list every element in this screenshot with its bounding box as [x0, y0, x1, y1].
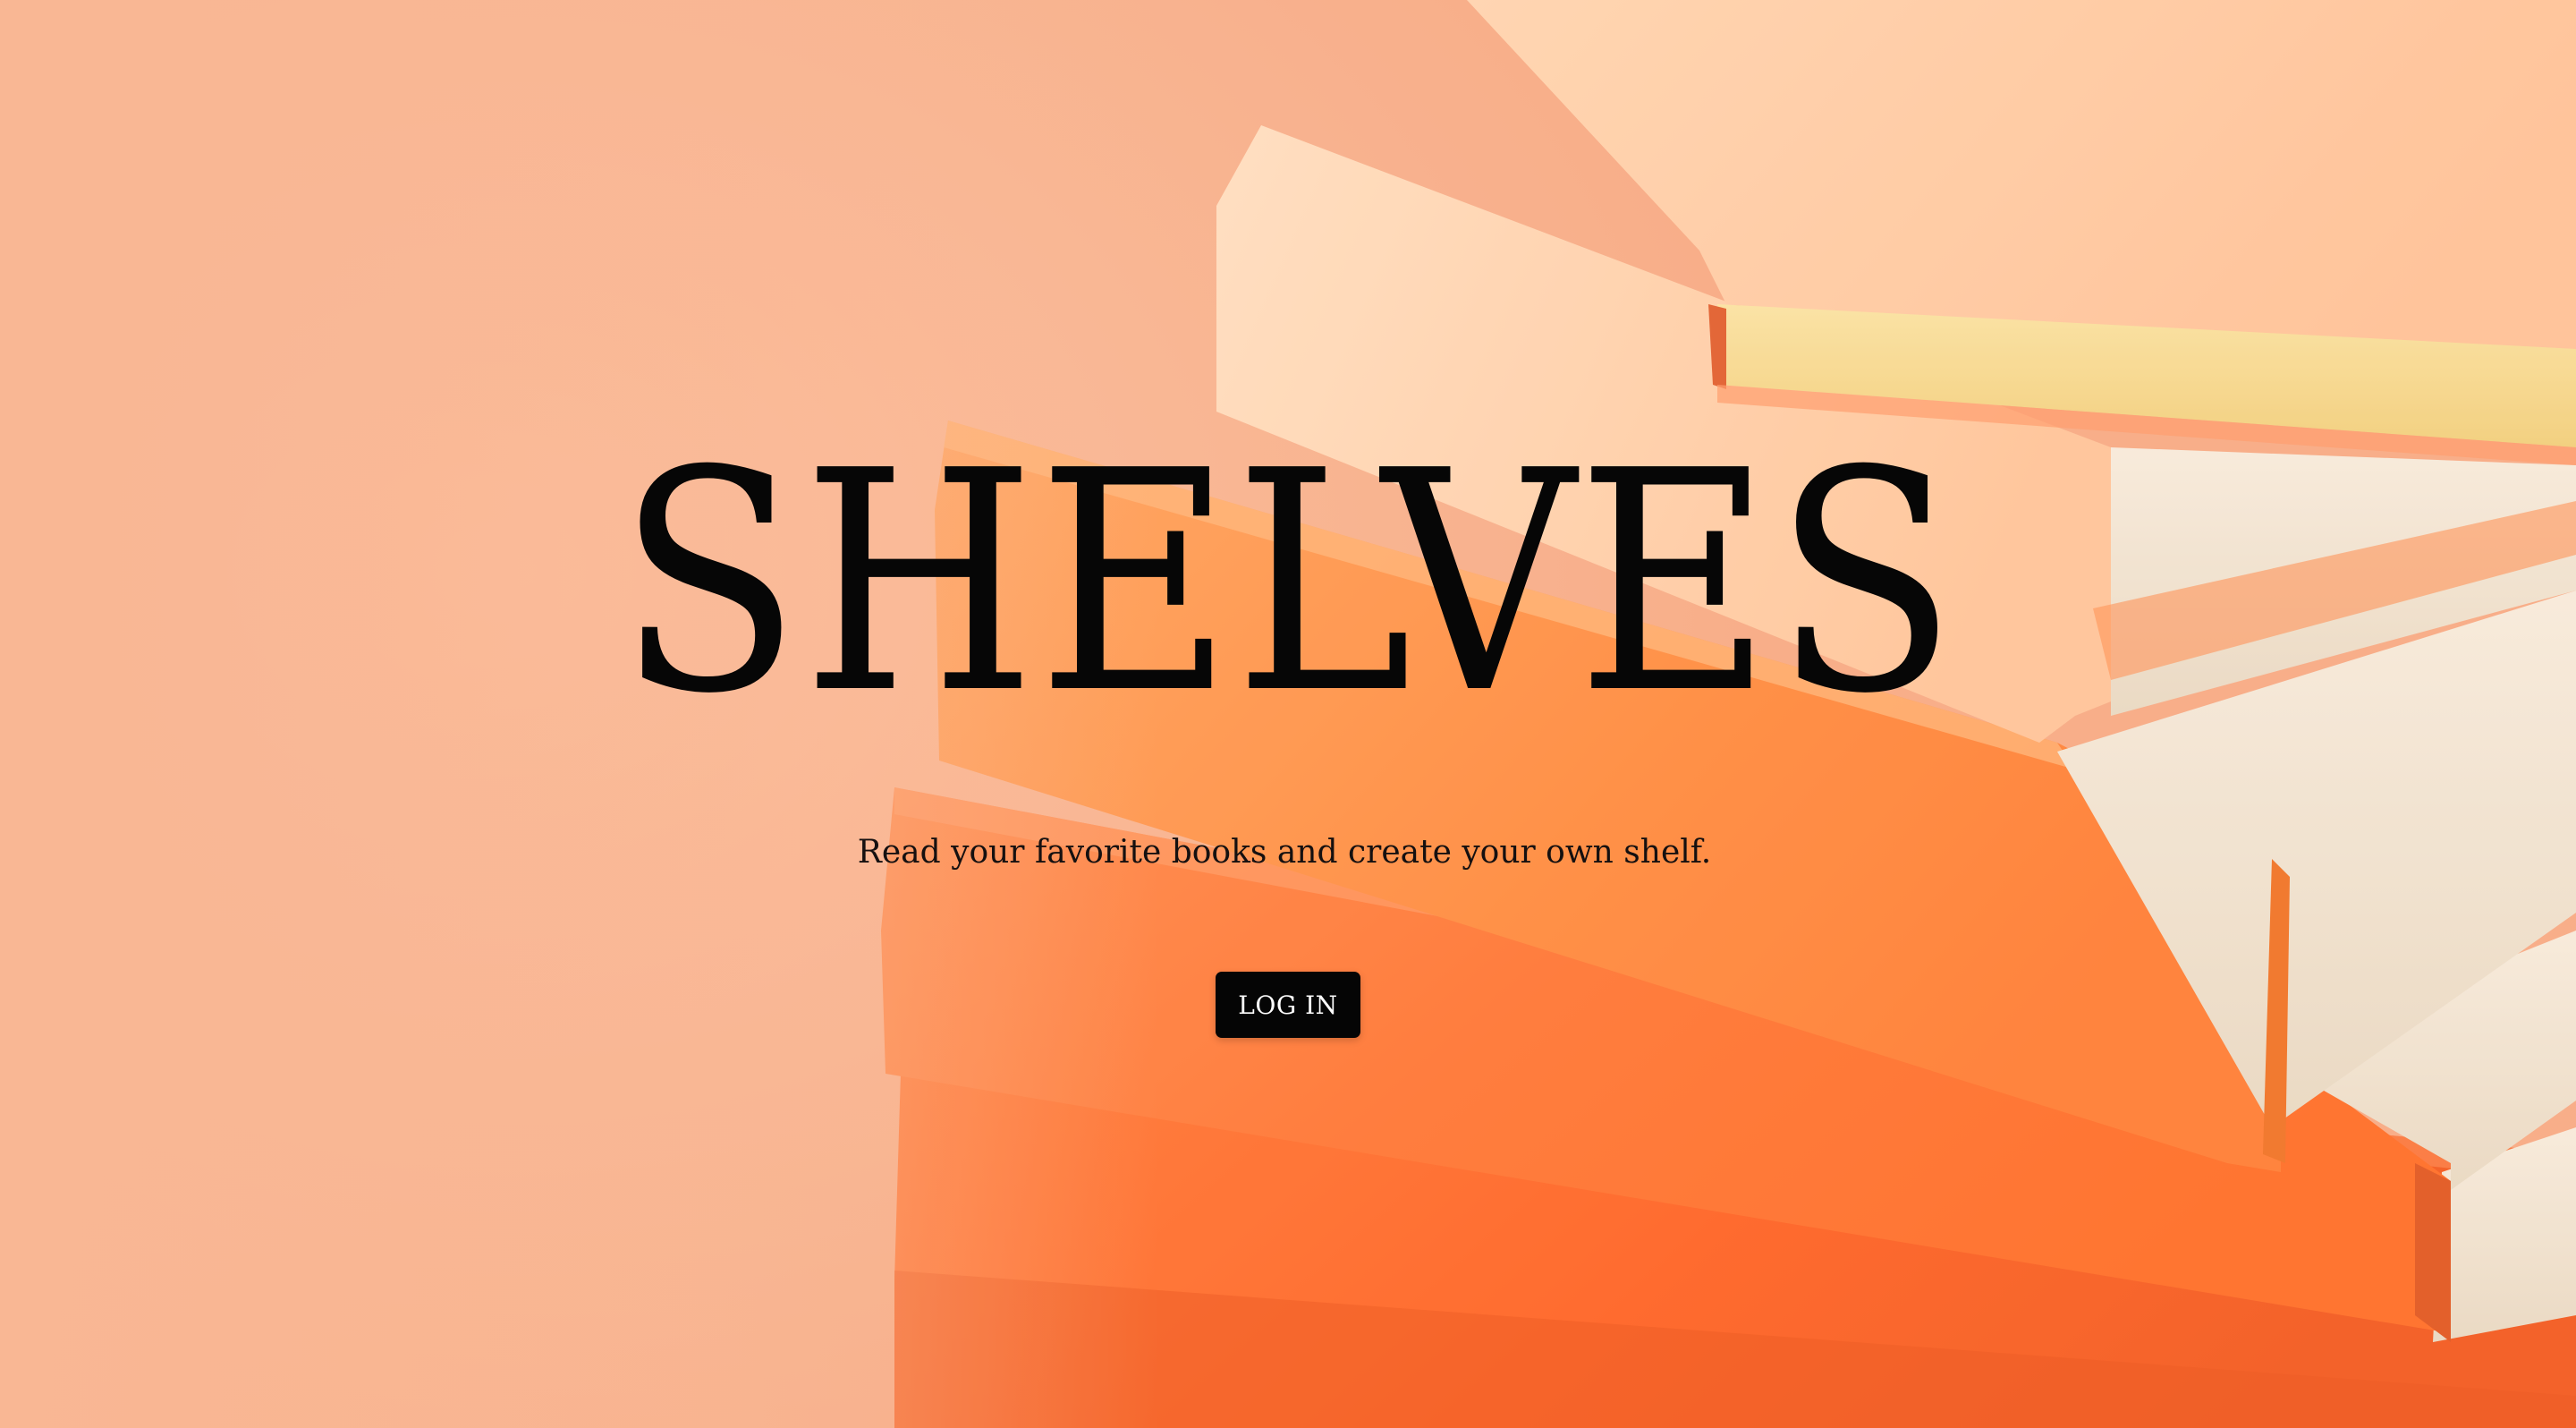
page-title: SHELVES [617, 406, 1959, 761]
hero-section: SHELVES Read your favorite books and cre… [0, 0, 2576, 1428]
login-button[interactable]: LOG IN [1216, 972, 1360, 1038]
hero-content: SHELVES Read your favorite books and cre… [0, 0, 2576, 1428]
tagline: Read your favorite books and create your… [857, 834, 1712, 871]
